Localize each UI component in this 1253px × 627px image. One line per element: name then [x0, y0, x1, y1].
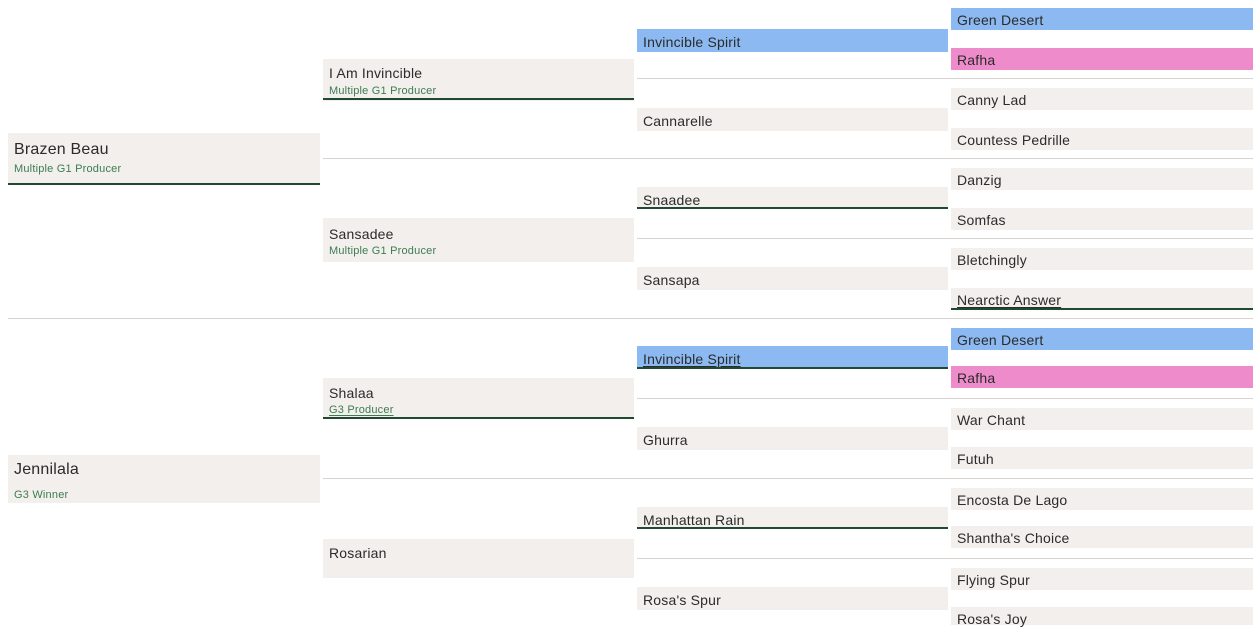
- pedigree-entry-encosta-de-lago[interactable]: Encosta De Lago: [951, 488, 1253, 510]
- pedigree-entry-i-am-invincible[interactable]: I Am Invincible Multiple G1 Producer: [323, 59, 634, 101]
- horse-name: Brazen Beau: [14, 141, 109, 158]
- horse-name: War Chant: [957, 412, 1026, 428]
- horse-name: Green Desert: [957, 332, 1044, 348]
- horse-name: Shantha's Choice: [957, 530, 1070, 546]
- horse-name: Bletchingly: [957, 252, 1027, 268]
- pedigree-entry-rafha[interactable]: Rafha: [951, 48, 1253, 70]
- horse-note: Multiple G1 Producer: [329, 85, 437, 97]
- horse-name: Canny Lad: [957, 92, 1027, 108]
- horse-note: G3 Producer: [329, 404, 394, 416]
- horse-name: Green Desert: [957, 12, 1044, 28]
- underline-divider: [8, 183, 320, 185]
- horse-name: Sansapa: [643, 272, 700, 288]
- underline-divider: [637, 527, 948, 529]
- pedigree-entry-bletchingly[interactable]: Bletchingly: [951, 248, 1253, 270]
- horse-name: Futuh: [957, 451, 994, 467]
- horse-name: Jennilala: [14, 461, 79, 478]
- pedigree-entry-somfas[interactable]: Somfas: [951, 208, 1253, 230]
- underline-divider: [323, 417, 634, 419]
- pedigree-entry-nearctic-answer[interactable]: Nearctic Answer: [951, 288, 1253, 310]
- horse-name: Manhattan Rain: [643, 512, 745, 528]
- pedigree-entry-rosas-joy[interactable]: Rosa's Joy: [951, 607, 1253, 627]
- horse-name: Invincible Spirit: [643, 34, 741, 50]
- underline-divider: [323, 98, 634, 100]
- pedigree-entry-green-desert[interactable]: Green Desert: [951, 328, 1253, 350]
- section-divider: [8, 318, 1253, 319]
- pedigree-entry-sansapa[interactable]: Sansapa: [637, 267, 948, 290]
- pedigree-entry-snaadee[interactable]: Snaadee: [637, 187, 948, 209]
- horse-name: Rafha: [957, 370, 996, 386]
- pedigree-entry-invincible-spirit[interactable]: Invincible Spirit: [637, 29, 948, 52]
- underline-divider: [951, 308, 1253, 310]
- horse-name: Encosta De Lago: [957, 492, 1068, 508]
- pedigree-entry-futuh[interactable]: Futuh: [951, 447, 1253, 469]
- branch-divider: [637, 238, 1253, 239]
- pedigree-entry-war-chant[interactable]: War Chant: [951, 408, 1253, 430]
- horse-name: Shalaa: [329, 385, 374, 401]
- pedigree-entry-shalaa[interactable]: Shalaa G3 Producer: [323, 378, 634, 419]
- horse-name: I Am Invincible: [329, 65, 423, 81]
- pedigree-entry-invincible-spirit[interactable]: Invincible Spirit: [637, 346, 948, 368]
- pedigree-entry-rafha[interactable]: Rafha: [951, 366, 1253, 388]
- pedigree-entry-shanthas-choice[interactable]: Shantha's Choice: [951, 526, 1253, 548]
- pedigree-entry-jennilala[interactable]: Jennilala G3 Winner: [8, 455, 320, 503]
- horse-name: Rafha: [957, 52, 996, 68]
- pedigree-entry-danzig[interactable]: Danzig: [951, 168, 1253, 190]
- horse-name: Rosarian: [329, 545, 387, 561]
- pedigree-entry-sansadee[interactable]: Sansadee Multiple G1 Producer: [323, 218, 634, 262]
- pedigree-entry-canny-lad[interactable]: Canny Lad: [951, 88, 1253, 110]
- pedigree-entry-flying-spur[interactable]: Flying Spur: [951, 568, 1253, 590]
- horse-name: Rosa's Spur: [643, 592, 722, 608]
- horse-name: Countess Pedrille: [957, 132, 1071, 148]
- horse-name: Somfas: [957, 212, 1006, 228]
- branch-divider: [637, 78, 1253, 79]
- horse-name: Flying Spur: [957, 572, 1031, 588]
- pedigree-entry-green-desert[interactable]: Green Desert: [951, 8, 1253, 30]
- underline-divider: [637, 207, 948, 209]
- underline-divider: [637, 367, 948, 369]
- pedigree-entry-countess-pedrille[interactable]: Countess Pedrille: [951, 128, 1253, 150]
- horse-name: Cannarelle: [643, 113, 713, 129]
- horse-name: Nearctic Answer: [957, 292, 1062, 308]
- pedigree-entry-manhattan-rain[interactable]: Manhattan Rain: [637, 507, 948, 529]
- horse-name: Sansadee: [329, 226, 394, 242]
- branch-divider: [637, 558, 1253, 559]
- pedigree-entry-rosas-spur[interactable]: Rosa's Spur: [637, 587, 948, 610]
- pedigree-entry-cannarelle[interactable]: Cannarelle: [637, 108, 948, 131]
- horse-name: Ghurra: [643, 432, 688, 448]
- branch-divider: [323, 478, 1253, 479]
- horse-note: Multiple G1 Producer: [329, 245, 437, 257]
- horse-name: Danzig: [957, 172, 1002, 188]
- horse-name: Invincible Spirit: [643, 351, 741, 367]
- pedigree-entry-brazen-beau[interactable]: Brazen Beau Multiple G1 Producer: [8, 133, 320, 184]
- branch-divider: [637, 398, 1253, 399]
- branch-divider: [323, 158, 1253, 159]
- horse-name: Snaadee: [643, 192, 701, 208]
- horse-note: Multiple G1 Producer: [14, 163, 122, 175]
- pedigree-entry-rosarian[interactable]: Rosarian: [323, 539, 634, 578]
- pedigree-entry-ghurra[interactable]: Ghurra: [637, 427, 948, 450]
- horse-note: G3 Winner: [14, 489, 69, 501]
